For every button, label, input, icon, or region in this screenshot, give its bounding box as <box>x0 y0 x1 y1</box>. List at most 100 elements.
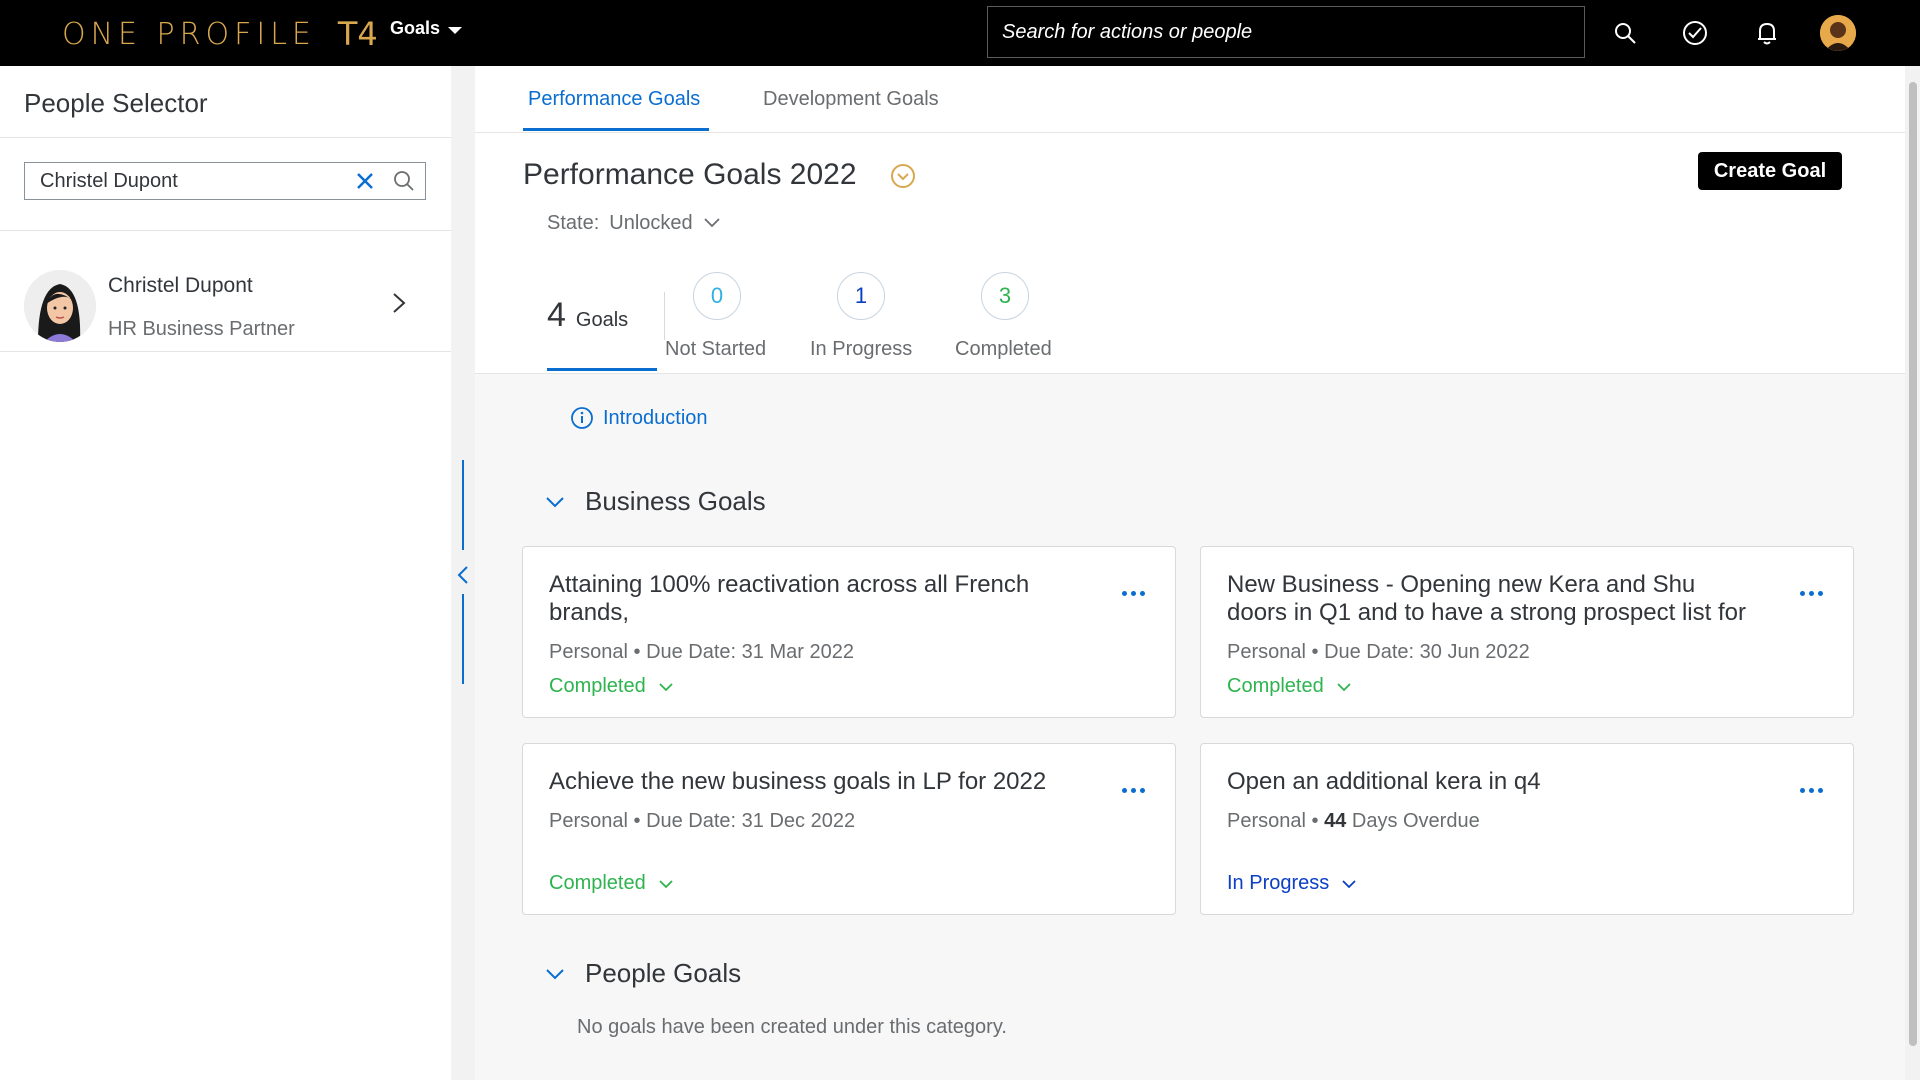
goals-count: 4 <box>547 296 566 334</box>
todo-check-icon[interactable] <box>1680 18 1710 48</box>
logo-text: ONE PROFILE <box>62 16 316 52</box>
goal-status-selector[interactable]: In Progress <box>1227 872 1357 895</box>
more-options-icon[interactable] <box>1791 780 1831 800</box>
people-search-field[interactable] <box>24 162 426 200</box>
scrollbar[interactable] <box>1905 66 1920 1080</box>
stat-total-goals[interactable]: 4 Goals <box>547 296 628 335</box>
stat-separator <box>664 292 665 340</box>
goal-status-selector[interactable]: Completed <box>549 872 674 895</box>
goal-title: Attaining 100% reactivation across all F… <box>549 571 1030 626</box>
business-goals-title: Business Goals <box>585 486 766 516</box>
people-selector-panel: People Selector Christel Dupont HR Busin… <box>0 66 451 1080</box>
tab-development-goals[interactable]: Development Goals <box>763 88 939 111</box>
tab-performance-goals[interactable]: Performance Goals <box>528 88 700 111</box>
scrollbar-thumb[interactable] <box>1909 82 1917 1046</box>
goals-label: Goals <box>575 309 629 331</box>
tab-bar: Performance Goals Development Goals <box>475 66 1905 133</box>
goal-status: Completed <box>1227 675 1324 697</box>
goal-card[interactable]: Attaining 100% reactivation across all F… <box>522 546 1176 718</box>
goal-title: Open an additional kera in q4 <box>1227 768 1541 795</box>
stat-not-started-count[interactable]: 0 <box>693 272 741 320</box>
people-selector-title: People Selector <box>24 88 208 118</box>
chevron-down-icon <box>546 496 564 507</box>
state-selector[interactable]: State: Unlocked <box>547 212 721 235</box>
app-logo[interactable]: ONE PROFILE T4 <box>62 14 378 54</box>
goal-status-selector[interactable]: Completed <box>549 675 674 698</box>
divider <box>0 230 451 231</box>
splitter-line <box>462 460 464 550</box>
active-stat-indicator <box>547 368 657 371</box>
chevron-down-icon <box>703 212 721 235</box>
goal-type: Personal <box>1227 641 1306 663</box>
goal-meta: Personal • Due Date: 31 Dec 2022 <box>549 810 856 832</box>
stat-in-progress-count[interactable]: 1 <box>837 272 885 320</box>
person-role: HR Business Partner <box>108 318 295 340</box>
info-icon <box>571 407 593 429</box>
create-goal-button[interactable]: Create Goal <box>1698 152 1842 190</box>
people-search-input[interactable] <box>25 169 347 193</box>
goal-type: Personal <box>549 641 628 663</box>
active-tab-indicator <box>523 128 709 131</box>
goal-card[interactable]: Open an additional kera in q4 Personal •… <box>1200 743 1854 915</box>
goal-title: New Business - Opening new Kera and Shu … <box>1227 571 1746 626</box>
more-options-icon[interactable] <box>1791 583 1831 603</box>
overdue-days: 44 <box>1324 810 1347 832</box>
notification-bell-icon[interactable] <box>1752 18 1782 48</box>
chevron-down-icon <box>659 879 673 888</box>
introduction-link[interactable]: Introduction <box>570 406 708 430</box>
global-search-input[interactable] <box>988 7 1584 57</box>
state-label: State: <box>547 212 600 234</box>
introduction-label: Introduction <box>603 406 708 429</box>
goals-content: Introduction Business Goals Attaining 10… <box>475 374 1905 1080</box>
search-icon[interactable] <box>383 170 425 192</box>
stat-completed-label: Completed <box>955 338 1052 360</box>
person-avatar <box>24 270 96 342</box>
stat-completed-count[interactable]: 3 <box>981 272 1029 320</box>
goal-due-date: Due Date: 30 Jun 2022 <box>1324 641 1530 663</box>
global-search[interactable] <box>987 6 1585 58</box>
main-content: Performance Goals Development Goals Perf… <box>475 66 1905 1080</box>
logo-suffix: T4 <box>337 15 378 53</box>
goal-status: Completed <box>549 675 646 697</box>
stat-in-progress-label: In Progress <box>810 338 913 360</box>
goal-meta: Personal • Due Date: 30 Jun 2022 <box>1227 641 1530 663</box>
goal-type: Personal <box>549 810 628 832</box>
chevron-down-icon <box>659 682 673 691</box>
chevron-down-icon <box>1342 879 1356 888</box>
business-goals-header[interactable]: Business Goals <box>545 486 766 517</box>
goals-menu-label: Goals <box>390 18 441 38</box>
goals-menu-button[interactable]: Goals <box>390 18 463 39</box>
goal-due-date: Due Date: 31 Dec 2022 <box>646 810 856 832</box>
chevron-right-icon <box>392 292 406 319</box>
caret-down-icon <box>448 26 463 34</box>
divider <box>0 351 451 352</box>
goal-title: Achieve the new business goals in LP for… <box>549 768 1047 795</box>
overdue-text: Days Overdue <box>1351 810 1480 832</box>
goal-meta: Personal • Due Date: 31 Mar 2022 <box>549 641 854 663</box>
chevron-down-icon <box>546 968 564 979</box>
chevron-down-icon <box>1337 682 1351 691</box>
search-icon[interactable] <box>1610 18 1640 48</box>
goal-type: Personal <box>1227 810 1306 832</box>
person-list-item[interactable]: Christel Dupont HR Business Partner <box>0 252 451 350</box>
people-goals-empty-text: No goals have been created under this ca… <box>577 1016 1007 1038</box>
splitter-line <box>462 594 464 684</box>
goal-status: Completed <box>549 872 646 894</box>
state-value: Unlocked <box>609 212 693 234</box>
goal-due-date: Due Date: 31 Mar 2022 <box>646 641 854 663</box>
goal-card[interactable]: Achieve the new business goals in LP for… <box>522 743 1176 915</box>
page-title: Performance Goals 2022 <box>523 158 857 191</box>
plan-dropdown-icon[interactable] <box>889 162 917 190</box>
goal-status-selector[interactable]: Completed <box>1227 675 1352 698</box>
goal-card[interactable]: New Business - Opening new Kera and Shu … <box>1200 546 1854 718</box>
user-avatar[interactable] <box>1820 15 1856 51</box>
shell-bar: ONE PROFILE T4 Goals <box>0 0 1920 66</box>
more-options-icon[interactable] <box>1113 583 1153 603</box>
people-goals-title: People Goals <box>585 958 742 988</box>
divider <box>0 137 451 138</box>
people-goals-header[interactable]: People Goals <box>545 958 741 989</box>
more-options-icon[interactable] <box>1113 780 1153 800</box>
clear-icon[interactable] <box>347 172 383 190</box>
collapse-panel-icon[interactable] <box>455 563 471 587</box>
goal-meta: Personal • 44 Days Overdue <box>1227 810 1480 832</box>
